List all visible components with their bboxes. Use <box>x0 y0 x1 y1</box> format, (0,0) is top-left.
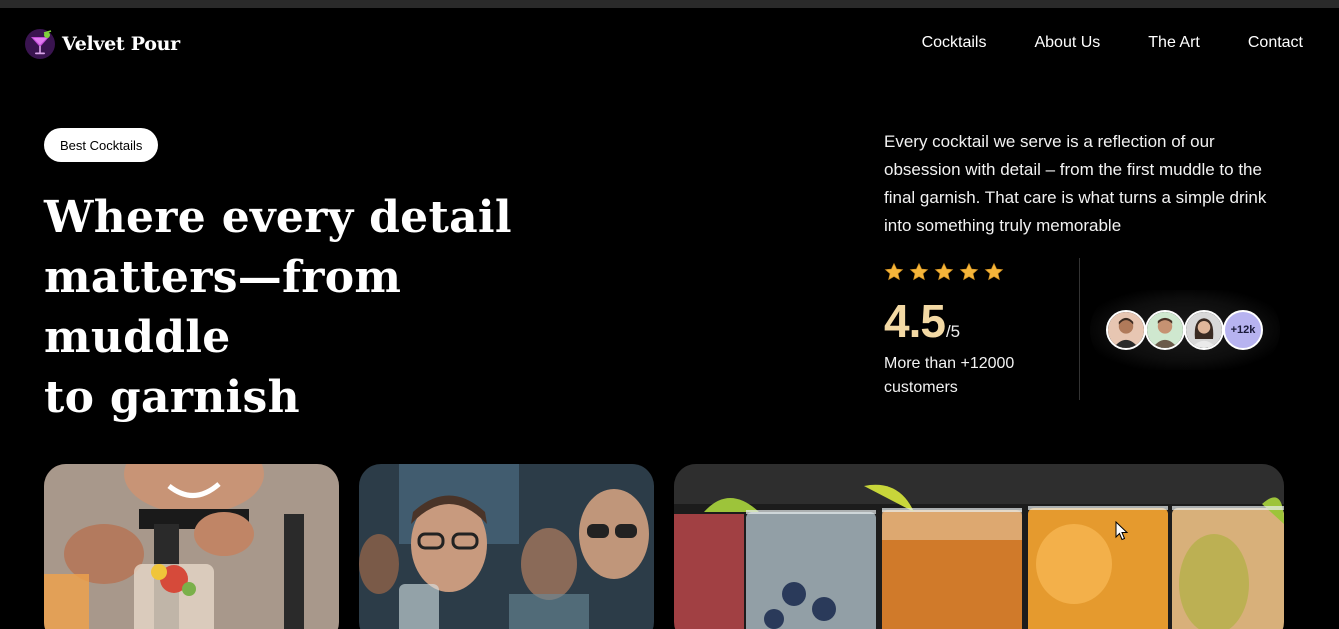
headline-line-3: to garnish <box>44 372 300 423</box>
customer-avatars: +12k <box>1106 310 1263 350</box>
nav-link-the-art[interactable]: The Art <box>1148 34 1200 52</box>
customers-count-text: More than +12000 customers <box>884 355 1015 396</box>
star-icon <box>984 262 1004 281</box>
headline-line-1: Where every detail <box>44 192 512 243</box>
rating-total: /5 <box>945 322 961 341</box>
mouse-cursor-icon <box>1115 521 1129 541</box>
rating-value: 4.5 <box>884 295 946 347</box>
avatar-count-badge: +12k <box>1223 310 1263 350</box>
nav-links: Cocktails About Us The Art Contact <box>922 34 1303 52</box>
vertical-divider <box>1079 258 1080 400</box>
hero-headline: Where every detail matters—from muddle t… <box>44 188 584 428</box>
star-icon <box>884 262 904 281</box>
brand-name: Velvet Pour <box>62 33 180 55</box>
hero-description: Every cocktail we serve is a reflection … <box>884 132 1267 235</box>
nav-link-cocktails[interactable]: Cocktails <box>922 34 987 52</box>
avatar <box>1106 310 1146 350</box>
avatar <box>1184 310 1224 350</box>
avatar <box>1145 310 1185 350</box>
cocktail-glasses-row-photo <box>674 464 1284 629</box>
nav-link-contact[interactable]: Contact <box>1248 34 1303 52</box>
nav-link-about-us[interactable]: About Us <box>1034 34 1100 52</box>
bartender-garnishing-photo <box>44 464 339 629</box>
star-icon <box>909 262 929 281</box>
top-navigation: Velvet Pour Cocktails About Us The Art C… <box>0 8 1339 80</box>
star-icon <box>934 262 954 281</box>
brand-logo[interactable]: Velvet Pour <box>24 28 180 60</box>
star-icon <box>959 262 979 281</box>
rating-score: 4.5 /5 <box>884 294 960 348</box>
best-cocktails-badge: Best Cocktails <box>44 128 159 162</box>
cocktail-glass-icon <box>25 29 55 59</box>
browser-top-strip <box>0 0 1339 8</box>
rating-stars <box>884 262 1004 282</box>
headline-line-2: matters—from muddle <box>44 252 402 363</box>
friends-toasting-photo <box>359 464 654 629</box>
